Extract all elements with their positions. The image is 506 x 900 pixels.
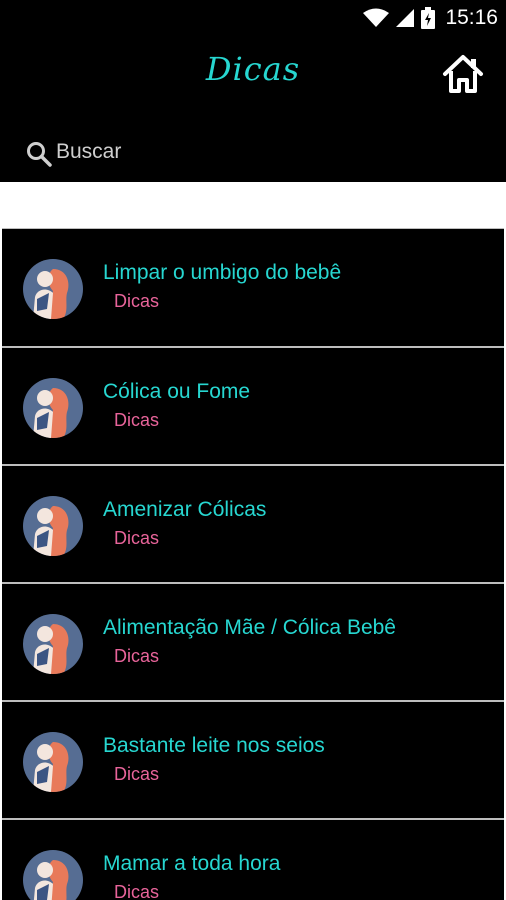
search-bar <box>0 120 506 182</box>
avatar <box>23 496 83 556</box>
signal-icon <box>396 9 415 27</box>
item-title: Amenizar Cólicas <box>103 498 267 521</box>
battery-icon <box>421 7 436 29</box>
avatar <box>23 259 83 319</box>
item-category: Dicas <box>114 882 160 900</box>
avatar <box>23 732 83 792</box>
list-item[interactable]: Cólica ou Fome Dicas <box>2 346 504 464</box>
list-item[interactable]: Alimentação Mãe / Cólica Bebê Dicas <box>2 582 504 700</box>
mother-baby-icon <box>33 860 69 900</box>
search-icon <box>27 142 52 167</box>
tips-list: Limpar o umbigo do bebê Dicas Cólica ou … <box>2 228 504 900</box>
item-category: Dicas <box>114 410 160 430</box>
list-item[interactable]: Mamar a toda hora Dicas <box>2 818 504 900</box>
home-icon <box>443 55 483 93</box>
item-category: Dicas <box>114 764 160 784</box>
status-icons: 15:16 <box>363 4 498 32</box>
list-item[interactable]: Amenizar Cólicas Dicas <box>2 464 504 582</box>
status-bar: 15:16 <box>0 0 506 36</box>
app-bar: Dicas <box>0 36 506 120</box>
avatar <box>23 378 83 438</box>
page-title: Dicas <box>205 50 301 88</box>
item-title: Alimentação Mãe / Cólica Bebê <box>103 616 396 639</box>
item-title: Cólica ou Fome <box>103 380 251 403</box>
mother-baby-icon <box>33 742 69 792</box>
mother-baby-icon <box>33 624 69 674</box>
item-title: Limpar o umbigo do bebê <box>103 261 342 284</box>
mother-baby-icon <box>33 269 69 319</box>
item-category: Dicas <box>114 528 160 548</box>
list-item[interactable]: Bastante leite nos seios Dicas <box>2 700 504 818</box>
mother-baby-icon <box>33 506 69 556</box>
search-input[interactable] <box>56 137 456 167</box>
list-item[interactable]: Limpar o umbigo do bebê Dicas <box>2 228 504 346</box>
item-category: Dicas <box>114 291 160 311</box>
avatar <box>23 614 83 674</box>
status-time: 15:16 <box>445 6 498 29</box>
wifi-icon <box>363 8 390 27</box>
avatar <box>23 850 83 900</box>
mother-baby-icon <box>33 388 69 438</box>
item-title: Bastante leite nos seios <box>103 734 325 757</box>
home-button[interactable] <box>442 54 484 94</box>
item-category: Dicas <box>114 646 160 666</box>
item-title: Mamar a toda hora <box>103 852 281 875</box>
